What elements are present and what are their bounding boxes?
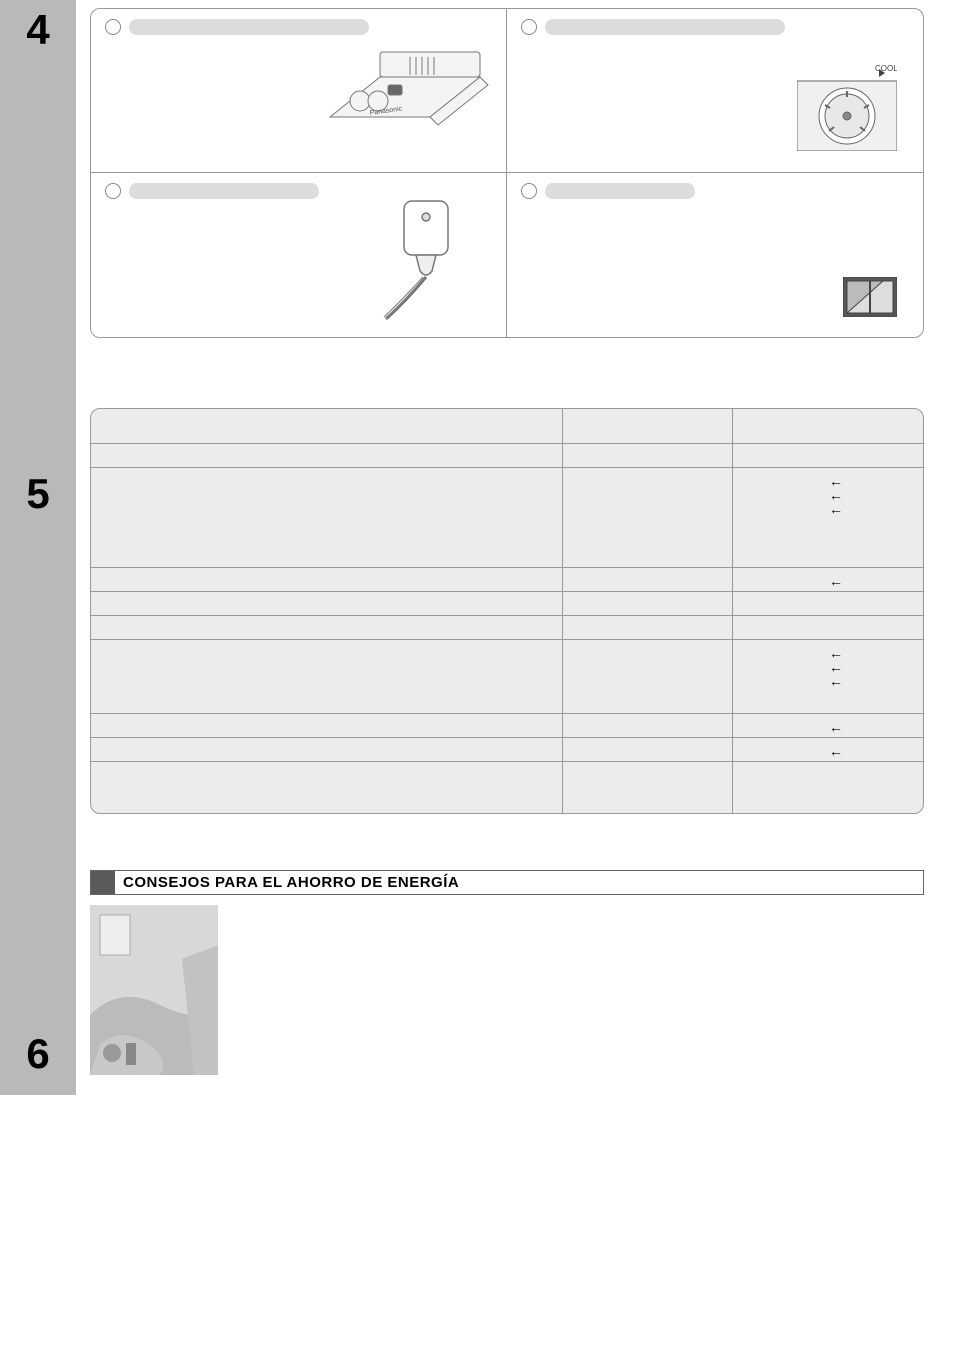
table-row: ← ← ← xyxy=(91,467,923,567)
table-row xyxy=(91,761,923,813)
arrow-left-icon: ← xyxy=(743,674,913,688)
table-row xyxy=(91,443,923,467)
section-6-header: CONSEJOS PARA EL AHORRO DE ENERGÍA xyxy=(90,870,924,895)
table-row: ← ← ← xyxy=(91,639,923,713)
section-number-5: 5 xyxy=(26,470,49,518)
bullet-circle xyxy=(521,19,537,35)
section-number-4: 4 xyxy=(26,6,49,54)
temperature-dial-illustration: COOLER xyxy=(797,61,897,151)
checklist-grid: Panasonic COOLER xyxy=(90,8,924,338)
arrow-left-icon: ← xyxy=(743,720,913,734)
table-row: ← xyxy=(91,737,923,761)
header-square-icon xyxy=(91,871,115,894)
arrow-left-icon: ← xyxy=(743,660,913,674)
arrow-left-icon: ← xyxy=(743,646,913,660)
sidebar: 4 5 6 xyxy=(0,0,76,1095)
table-row: ← xyxy=(91,713,923,737)
cooler-label: COOLER xyxy=(875,64,897,73)
table-row xyxy=(91,615,923,639)
bullet-circle xyxy=(105,183,121,199)
check-label-placeholder xyxy=(129,183,319,199)
check-label-placeholder xyxy=(129,19,369,35)
arrow-left-icon: ← xyxy=(743,502,913,516)
table-row xyxy=(91,591,923,615)
checklist-cell-4 xyxy=(507,173,923,337)
arrow-left-icon: ← xyxy=(743,474,913,488)
window-illustration xyxy=(843,277,897,317)
table-row xyxy=(91,409,923,443)
checklist-cell-3 xyxy=(91,173,507,337)
section-number-6: 6 xyxy=(26,1030,49,1078)
table-row: ← xyxy=(91,567,923,591)
bullet-circle xyxy=(105,19,121,35)
check-label-placeholder xyxy=(545,183,695,199)
toaster-oven-illustration: Panasonic xyxy=(320,37,490,157)
main-content: Panasonic COOLER xyxy=(76,0,954,1095)
section-6-title: CONSEJOS PARA EL AHORRO DE ENERGÍA xyxy=(115,871,467,894)
arrow-left-icon: ← xyxy=(743,744,913,758)
specifications-table: ← ← ← ← ← ← ← xyxy=(90,408,924,814)
power-plug-illustration xyxy=(366,191,466,321)
check-label-placeholder xyxy=(545,19,785,35)
checklist-cell-2: COOLER xyxy=(507,9,923,173)
checklist-cell-1: Panasonic xyxy=(91,9,507,173)
bullet-circle xyxy=(521,183,537,199)
arrow-left-icon: ← xyxy=(743,488,913,502)
bedroom-photo xyxy=(90,905,218,1075)
arrow-left-icon: ← xyxy=(743,574,913,588)
